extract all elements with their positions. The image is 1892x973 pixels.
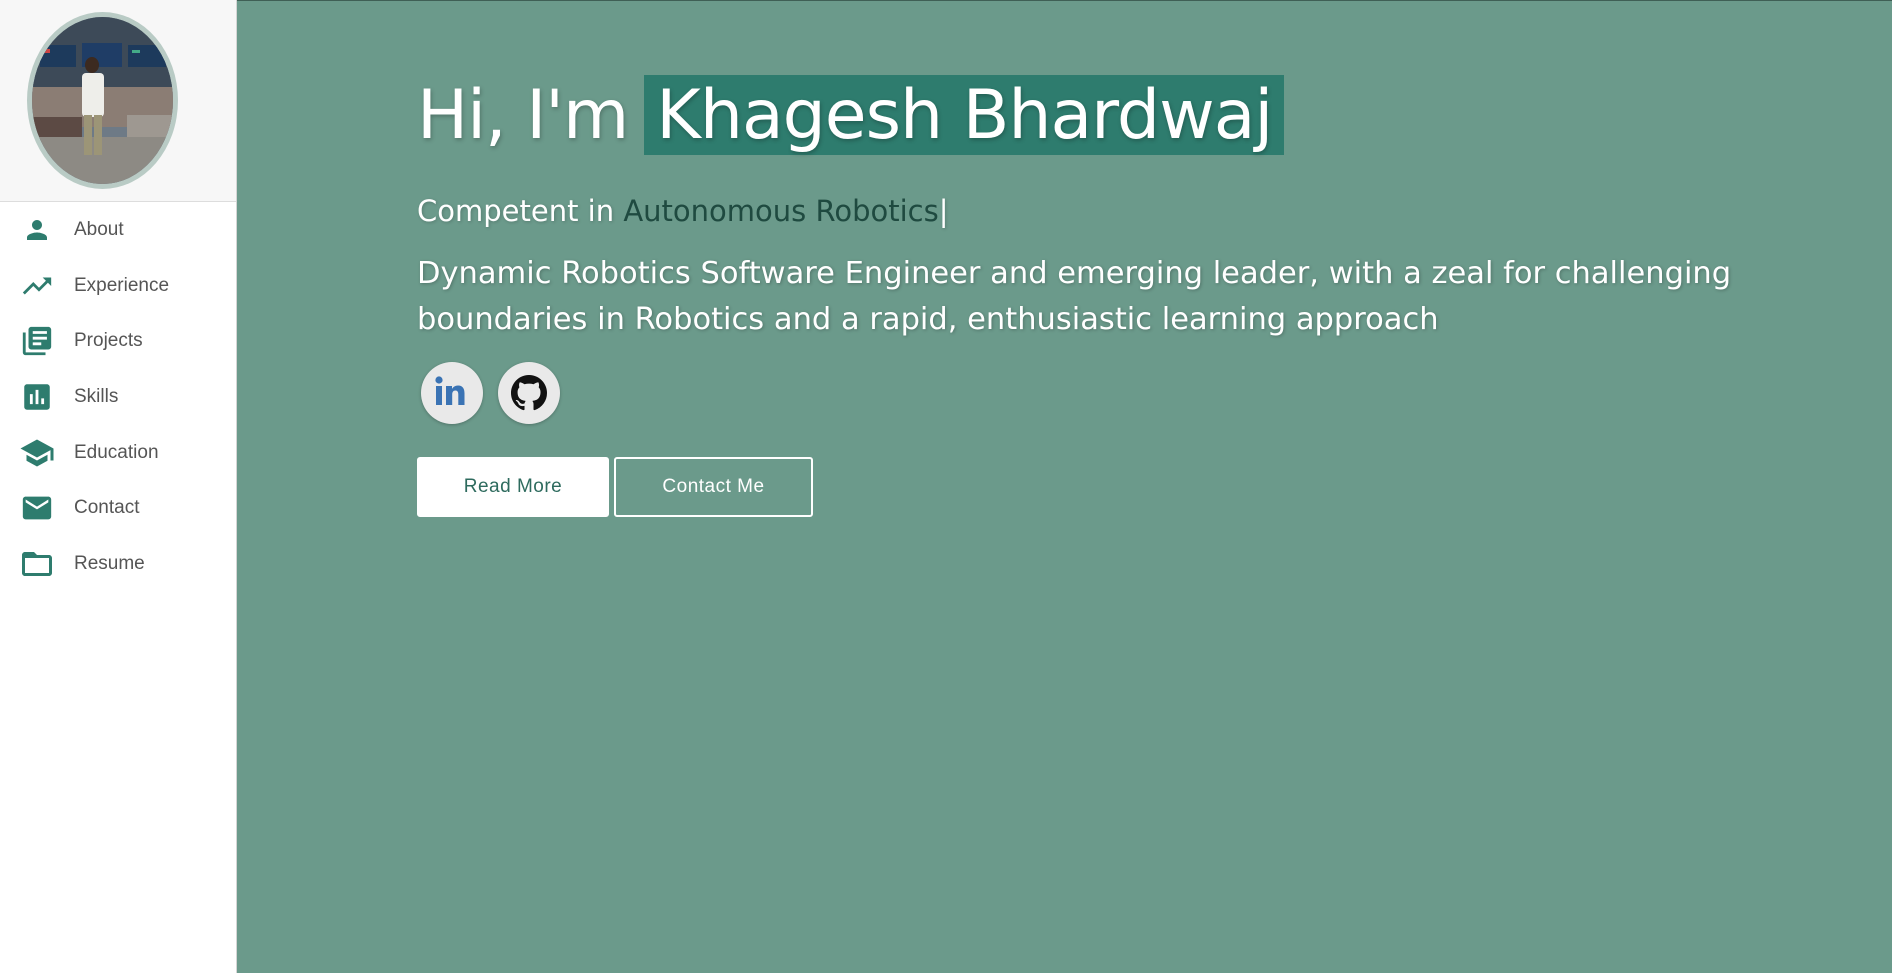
github-link[interactable] — [498, 362, 560, 424]
trending-up-icon — [19, 268, 55, 304]
sidebar-item-resume[interactable]: Resume — [0, 536, 236, 592]
hero-section: Hi, I'm Khagesh Bhardwaj Competent in Au… — [237, 0, 1892, 973]
linkedin-icon — [435, 376, 465, 405]
bar-chart-icon — [19, 379, 55, 415]
library-books-icon — [19, 323, 55, 359]
sidebar-item-label: Experience — [74, 274, 170, 296]
hero-description: Dynamic Robotics Software Engineer and e… — [417, 256, 1732, 337]
sidebar-item-projects[interactable]: Projects — [0, 313, 236, 369]
profile-area — [0, 0, 236, 202]
profile-photo — [32, 17, 173, 184]
sidebar-item-education[interactable]: Education — [0, 425, 236, 481]
competent-line: Competent in Autonomous Robotics| — [417, 194, 948, 228]
person-icon — [19, 212, 55, 248]
folder-icon — [19, 546, 55, 582]
social-links — [421, 362, 560, 424]
typing-cursor: | — [938, 194, 949, 228]
sidebar-item-label: Education — [74, 441, 159, 463]
sidebar-item-contact[interactable]: Contact — [0, 480, 236, 536]
sidebar-item-experience[interactable]: Experience — [0, 258, 236, 314]
linkedin-link[interactable] — [421, 362, 483, 424]
github-icon — [511, 375, 547, 411]
sidebar-item-label: Skills — [74, 385, 119, 407]
name-highlight: Khagesh Bhardwaj — [644, 75, 1285, 155]
graduation-cap-icon — [19, 435, 55, 471]
sidebar-item-label: About — [74, 218, 124, 240]
sidebar-item-label: Contact — [74, 497, 140, 519]
hero-headline: Hi, I'm Khagesh Bhardwaj — [417, 75, 1285, 155]
sidebar-nav: About Experience Projects Skills Educati… — [0, 202, 236, 592]
sidebar: About Experience Projects Skills Educati… — [0, 0, 237, 973]
sidebar-item-label: Projects — [74, 330, 143, 352]
sidebar-item-skills[interactable]: Skills — [0, 369, 236, 425]
competent-prefix: Competent in — [417, 194, 615, 228]
sidebar-item-label: Resume — [74, 552, 145, 574]
contact-me-button[interactable]: Contact Me — [614, 457, 813, 517]
greeting-text: Hi, I'm — [417, 75, 629, 155]
mail-icon — [19, 490, 55, 526]
avatar — [27, 12, 178, 189]
read-more-button[interactable]: Read More — [417, 457, 609, 517]
sidebar-item-about[interactable]: About — [0, 202, 236, 258]
typed-skill: Autonomous Robotics — [623, 194, 939, 228]
hero-buttons: Read More Contact Me — [417, 457, 813, 517]
